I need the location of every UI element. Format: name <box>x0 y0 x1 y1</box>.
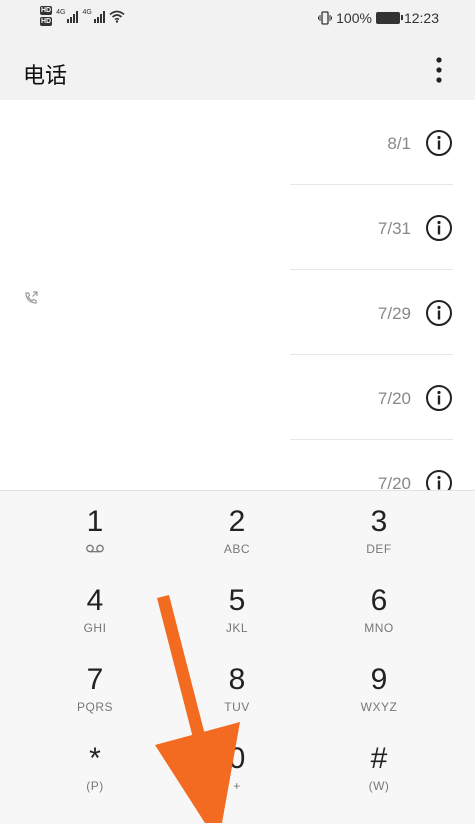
info-icon[interactable] <box>425 129 453 157</box>
battery-percent: 100% <box>336 10 372 26</box>
call-log-item[interactable]: 7/29 <box>290 270 453 355</box>
wifi-icon <box>109 10 125 23</box>
info-icon[interactable] <box>425 469 453 490</box>
voicemail-icon <box>25 542 165 556</box>
status-time: 12:23 <box>403 10 439 26</box>
dial-key-5[interactable]: 5 JKL <box>167 570 307 644</box>
signal-label: 4G <box>56 9 66 16</box>
call-outgoing-icon <box>25 291 38 304</box>
dial-key-9[interactable]: 9 WXYZ <box>309 649 449 723</box>
dial-key-letters: (P) <box>86 779 104 793</box>
dial-key-letters: (W) <box>368 779 390 793</box>
call-log-item[interactable]: 7/20 <box>290 440 453 490</box>
dial-key-digit: # <box>370 742 388 775</box>
dial-key-digit: 0 <box>228 742 246 775</box>
call-date: 7/20 <box>377 474 411 490</box>
hd-badges: HD HD <box>40 6 53 26</box>
battery-charging-icon <box>375 12 403 24</box>
dial-key-letters: + <box>233 779 241 793</box>
call-date: 7/20 <box>377 389 411 408</box>
call-log-item[interactable]: 7/20 <box>290 355 453 440</box>
dial-key-digit: 8 <box>228 663 246 696</box>
dial-key-1[interactable]: 1 <box>25 491 165 565</box>
dial-key-digit: 5 <box>228 584 246 617</box>
dial-key-4[interactable]: 4 GHI <box>25 570 165 644</box>
dial-key-letters: WXYZ <box>360 700 398 714</box>
signal-label: 4G <box>82 9 92 16</box>
dial-key-7[interactable]: 7 PQRS <box>25 649 165 723</box>
dial-key-digit: 4 <box>86 584 104 617</box>
call-date: 7/31 <box>377 219 411 238</box>
call-log-item[interactable]: 7/31 <box>290 185 453 270</box>
info-icon[interactable] <box>425 384 453 412</box>
dial-key-digit: 9 <box>370 663 388 696</box>
info-icon[interactable] <box>425 299 453 327</box>
dial-key-letters: PQRS <box>76 700 113 714</box>
dial-key-0[interactable]: 0 + <box>167 728 307 802</box>
dial-key-digit: 2 <box>228 505 246 538</box>
dial-key-letters: ABC <box>223 542 251 556</box>
hd-badge: HD <box>40 6 53 15</box>
page-title: 电话 <box>23 63 68 88</box>
dial-key-digit: 1 <box>86 505 104 538</box>
signal-icon: 4G <box>56 9 79 23</box>
dial-key-letters: TUV <box>224 700 250 714</box>
dial-key-digit: 3 <box>370 505 388 538</box>
call-log-list: 8/1 7/31 7/29 7/20 7/20 <box>0 100 475 490</box>
call-date: 8/1 <box>387 134 411 153</box>
dial-key-hash[interactable]: # (W) <box>309 728 449 802</box>
app-bar: 电话 <box>0 38 475 100</box>
dial-key-letters: GHI <box>83 621 107 635</box>
status-bar-right: 100% 12:23 <box>318 10 439 26</box>
dial-key-6[interactable]: 6 MNO <box>309 570 449 644</box>
dial-key-8[interactable]: 8 TUV <box>167 649 307 723</box>
call-log-item[interactable]: 8/1 <box>290 100 453 185</box>
info-icon[interactable] <box>425 214 453 242</box>
dial-key-3[interactable]: 3 DEF <box>309 491 449 565</box>
dial-key-digit: * <box>89 742 101 775</box>
call-date: 7/29 <box>377 304 411 323</box>
dial-key-digit: 7 <box>86 663 104 696</box>
vibrate-icon <box>318 11 333 25</box>
dial-key-letters: DEF <box>366 542 392 556</box>
status-bar-left: HD HD 4G 4G <box>40 6 125 26</box>
signal-icon: 4G <box>82 9 105 23</box>
dial-key-letters: MNO <box>364 621 394 635</box>
hd-badge: HD <box>40 17 53 26</box>
dial-key-star[interactable]: * (P) <box>25 728 165 802</box>
dial-key-digit: 6 <box>370 584 388 617</box>
dial-key-2[interactable]: 2 ABC <box>167 491 307 565</box>
status-bar: HD HD 4G 4G 100% 12:23 <box>0 0 475 38</box>
dial-pad: 1 2 ABC 3 DEF 4 GHI 5 JKL 6 MNO 7 PQRS 8… <box>0 490 475 824</box>
dial-key-letters: JKL <box>225 621 249 635</box>
more-vertical-icon[interactable] <box>431 56 447 84</box>
